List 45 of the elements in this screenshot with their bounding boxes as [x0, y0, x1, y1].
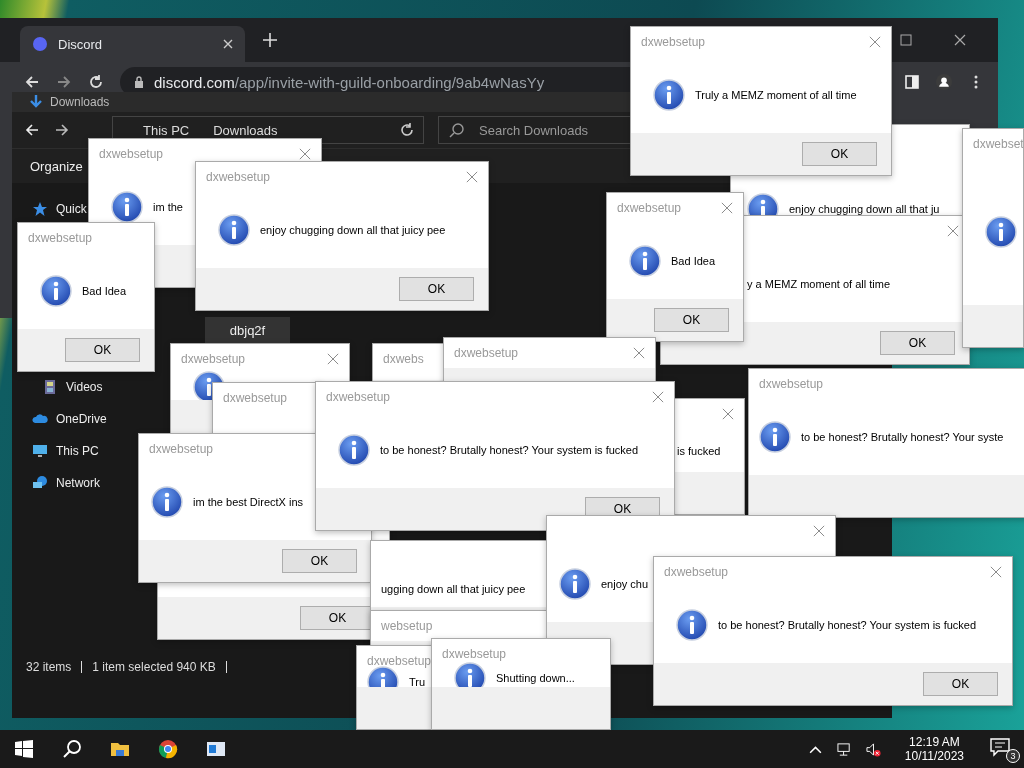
- status-text: 1 item selected 940 KB: [92, 660, 216, 674]
- dialog-title: dxwebsetup: [181, 352, 246, 366]
- dialog-message: to be honest? Brutally honest? Your system is fucked: [380, 444, 639, 456]
- dialog-message: im the best DirectX ins: [193, 496, 304, 508]
- dialog-title: dxwebsetup: [664, 565, 729, 579]
- dialog-title: dxwebsetup: [454, 346, 519, 360]
- dialog-title: dxwebset: [973, 137, 1023, 151]
- clock-date: 10/11/2023: [904, 749, 964, 763]
- dialog-message: y a MEMZ moment of all time: [747, 278, 891, 290]
- dialog-title: dxwebsetup: [367, 654, 432, 668]
- dialog-message: enjoy chu: [601, 578, 649, 590]
- dialog-message: is fucked: [677, 444, 721, 457]
- tab-title: Discord: [58, 36, 104, 52]
- dialog-message: Shutting down...: [496, 672, 575, 684]
- dialog-title: dxwebsetup: [442, 647, 507, 661]
- notification-badge: 3: [1006, 749, 1020, 763]
- dialog-message: Bad Idea: [82, 285, 127, 297]
- dialog-message: enjoy chugging down all that ju: [789, 203, 940, 215]
- dialog-title: dxwebs: [383, 352, 424, 366]
- dialog-title: dxwebsetup: [28, 231, 93, 245]
- status-text: 32 items: [26, 660, 72, 674]
- dialog-title: websetup: [381, 619, 433, 633]
- dialog-title: dxwebsetup: [99, 147, 164, 161]
- sidebar-label: Videos: [66, 380, 103, 394]
- dialog-title: dxwebsetup: [149, 442, 214, 456]
- dialog-message: im the: [153, 201, 183, 213]
- sidebar-label: This PC: [56, 444, 99, 458]
- dialog-message: to be honest? Brutally honest? Your system is fucked: [718, 619, 977, 631]
- clock-time: 12:19 AM: [909, 735, 960, 749]
- dialog-title: dxwebsetup: [617, 201, 682, 215]
- url-text: discord.com/app/invite-with-guild-onboarding/9ab4wNasYy: [154, 73, 545, 91]
- dialog-title: dxwebsetup: [326, 390, 391, 404]
- dialog-title: dxwebsetup: [641, 35, 706, 49]
- dialog-message: Tru: [409, 675, 426, 688]
- sidebar-label: OneDrive: [56, 412, 107, 426]
- sidebar-label: Network: [56, 476, 100, 490]
- dialog-title: dxwebsetup: [223, 391, 288, 405]
- dialog-title: dxwebsetup: [206, 170, 271, 184]
- sidebar-label: Quick: [56, 202, 87, 216]
- dialog-title: dxwebsetup: [759, 377, 824, 391]
- dialog-message: to be honest? Brutally honest? Your syste: [801, 431, 1004, 443]
- dialog-message: ugging down all that juicy pee: [381, 583, 526, 595]
- window-title: Downloads: [50, 95, 110, 109]
- dialog-message: enjoy chugging down all that juicy pee: [260, 224, 446, 236]
- dialog-message: Bad Idea: [671, 255, 716, 267]
